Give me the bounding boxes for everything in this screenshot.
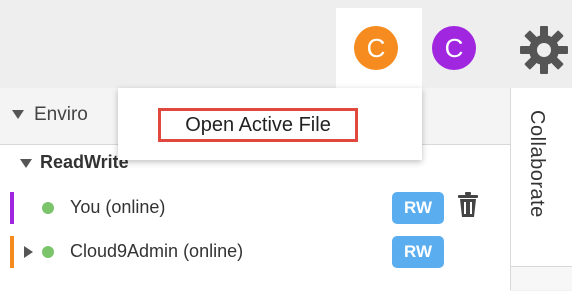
avatar-dropdown-menu: Open Active File bbox=[118, 88, 422, 160]
group-collapse-arrow-icon[interactable] bbox=[20, 158, 32, 168]
member-row: Cloud9Admin (online) RW bbox=[0, 232, 500, 272]
environment-title-label: Enviro bbox=[34, 104, 88, 125]
environment-section-title[interactable]: Enviro bbox=[12, 104, 88, 126]
member-color-bar bbox=[10, 236, 14, 268]
trash-icon[interactable] bbox=[456, 192, 480, 218]
rw-permission-badge[interactable]: RW bbox=[392, 236, 444, 268]
member-color-bar bbox=[10, 192, 14, 224]
group-title-label: ReadWrite bbox=[40, 152, 129, 172]
readwrite-group-title[interactable]: ReadWrite bbox=[20, 152, 129, 173]
member-name: Cloud9Admin (online) bbox=[70, 241, 244, 261]
user-avatar-1[interactable]: C bbox=[354, 26, 398, 70]
collaborate-tab-label: Collaborate bbox=[526, 110, 548, 218]
online-status-icon bbox=[42, 202, 54, 214]
online-status-icon bbox=[42, 246, 54, 258]
member-row: You (online) RW bbox=[0, 188, 500, 228]
gear-icon[interactable] bbox=[518, 24, 570, 76]
open-active-file-menu-item[interactable]: Open Active File bbox=[158, 108, 358, 142]
collapse-arrow-icon[interactable] bbox=[12, 110, 24, 120]
top-bar bbox=[0, 0, 572, 88]
side-panel: Collaborate bbox=[510, 88, 572, 290]
user-avatar-2[interactable]: C bbox=[432, 26, 476, 70]
collaborate-tab[interactable]: Collaborate bbox=[511, 88, 572, 267]
member-name: You (online) bbox=[70, 197, 166, 217]
rw-permission-badge[interactable]: RW bbox=[392, 192, 444, 224]
expand-arrow-icon[interactable] bbox=[24, 246, 33, 258]
